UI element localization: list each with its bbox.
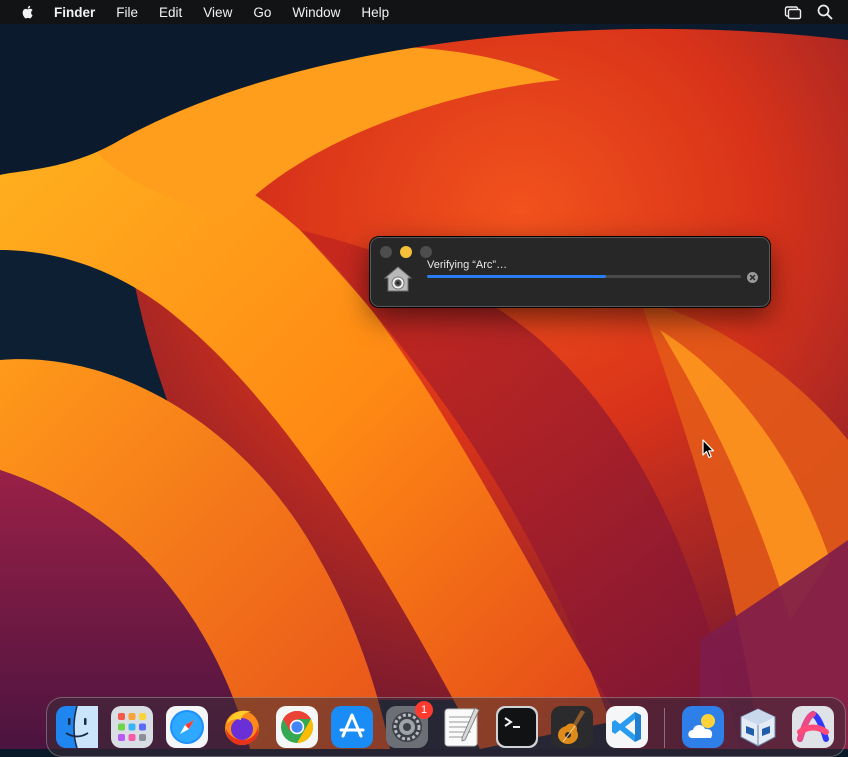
zoom-window-button[interactable]	[420, 246, 432, 258]
dock: 1	[46, 697, 846, 757]
close-window-button[interactable]	[380, 246, 392, 258]
dock-arc-icon[interactable]	[792, 706, 834, 748]
menu-app-finder[interactable]: Finder	[54, 5, 95, 20]
verifying-progress-window: Verifying “Arc”…	[370, 237, 770, 307]
dock-garageband-icon[interactable]	[551, 706, 593, 748]
dock-terminal-icon[interactable]	[496, 706, 538, 748]
progress-bar-fill	[427, 275, 606, 278]
menu-file[interactable]: File	[116, 5, 138, 20]
menu-edit[interactable]: Edit	[159, 5, 182, 20]
dock-system-settings-icon[interactable]: 1	[386, 701, 433, 748]
progress-bar	[427, 275, 741, 278]
notification-badge: 1	[415, 701, 433, 719]
apple-logo-icon[interactable]	[20, 4, 36, 20]
cancel-circle-icon[interactable]	[747, 272, 758, 283]
dock-virtualbox-icon[interactable]	[737, 706, 779, 748]
verifying-message: Verifying “Arc”…	[427, 259, 508, 271]
dock-weather-icon[interactable]	[682, 706, 724, 748]
screen-mirroring-icon[interactable]	[784, 3, 802, 21]
dock-chrome-icon[interactable]	[276, 706, 318, 748]
menu-bar: Finder File Edit View Go Window Help	[0, 0, 848, 24]
dock-launchpad-icon[interactable]	[111, 706, 153, 748]
dock-vscode-icon[interactable]	[606, 706, 648, 748]
dock-firefox-icon[interactable]	[221, 706, 263, 748]
dock-safari-icon[interactable]	[166, 706, 208, 748]
minimize-window-button[interactable]	[400, 246, 412, 258]
spotlight-search-icon[interactable]	[816, 3, 834, 21]
menu-go[interactable]: Go	[253, 5, 271, 20]
dock-separator	[664, 708, 665, 748]
window-controls	[380, 246, 432, 258]
dock-textedit-icon[interactable]	[441, 706, 483, 748]
menu-view[interactable]: View	[203, 5, 232, 20]
menu-window[interactable]: Window	[292, 5, 340, 20]
menu-help[interactable]: Help	[361, 5, 389, 20]
dock-finder-icon[interactable]	[56, 706, 98, 748]
dock-app-store-icon[interactable]	[331, 706, 373, 748]
installer-home-icon	[383, 264, 413, 294]
desktop-wallpaper	[0, 0, 848, 749]
mouse-pointer-icon	[702, 439, 715, 459]
